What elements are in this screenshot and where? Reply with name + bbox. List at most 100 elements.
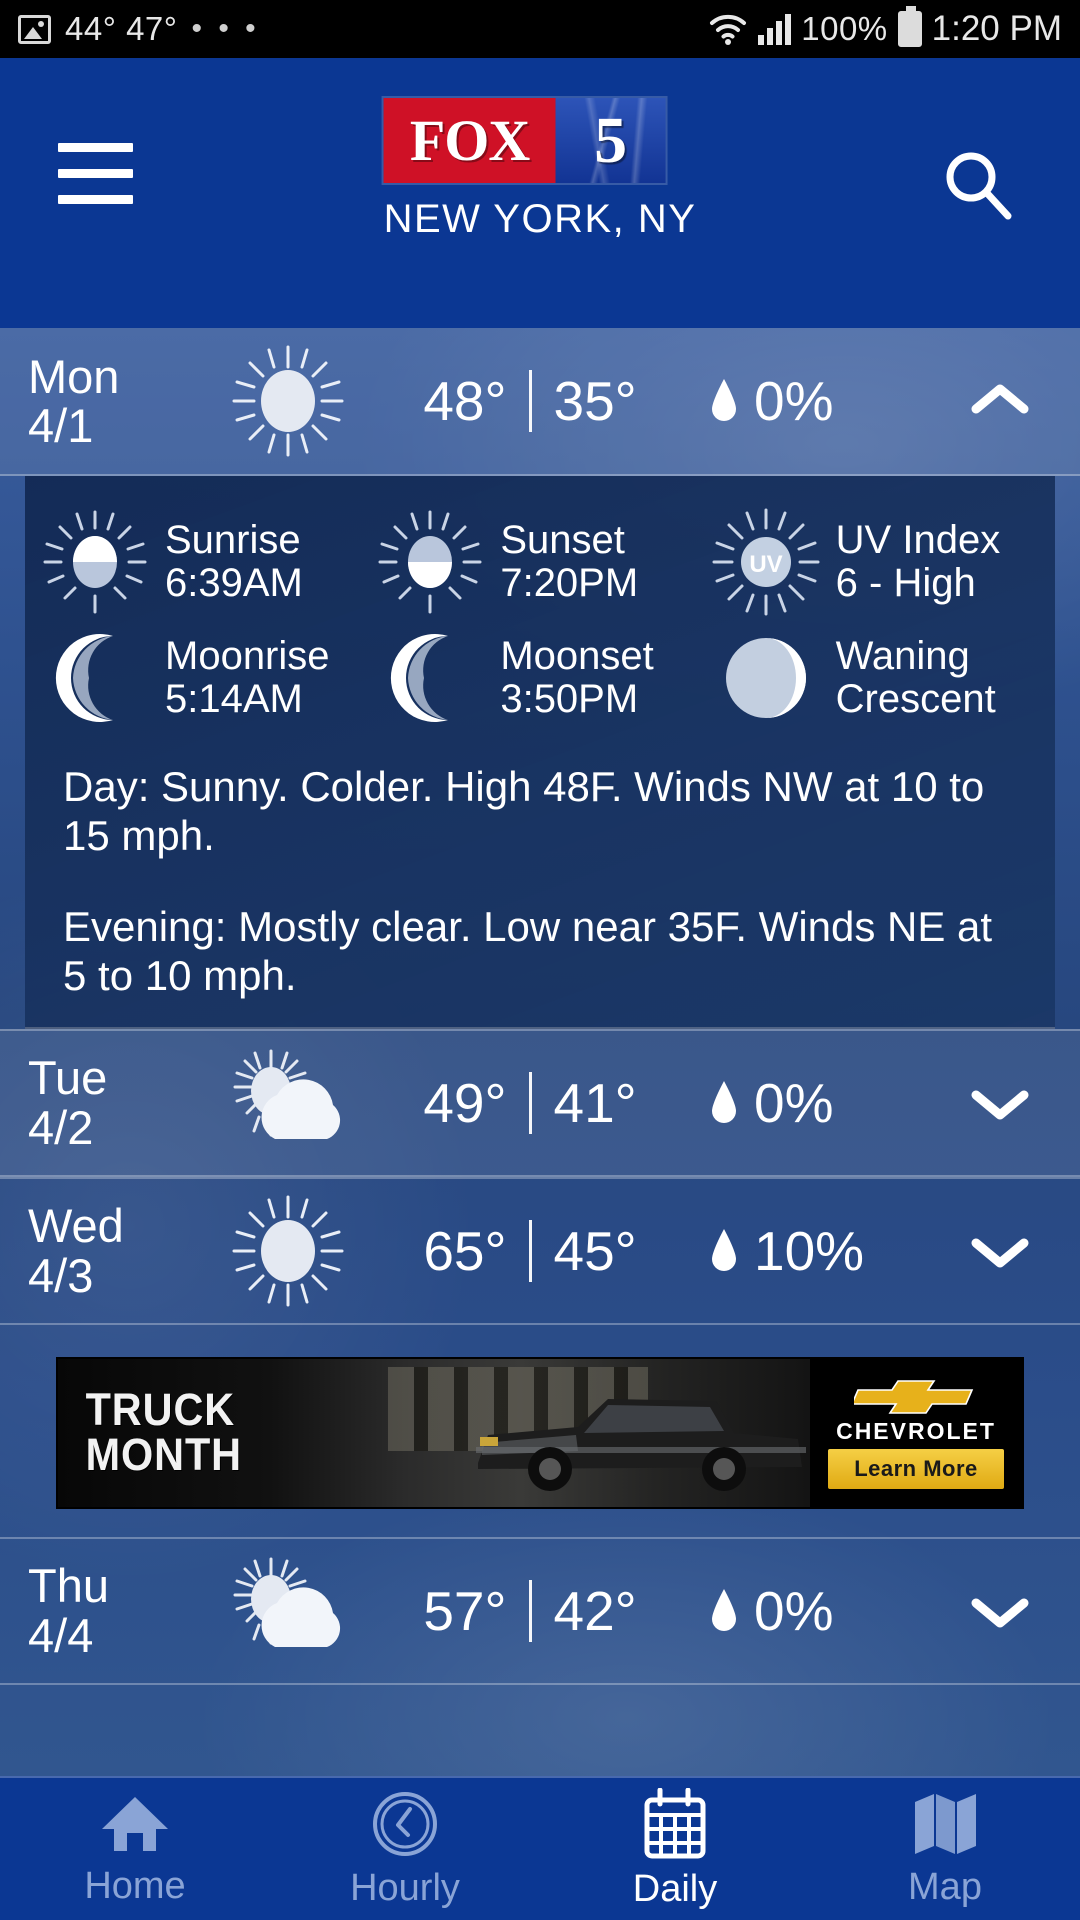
nav-item-map[interactable]: Map <box>810 1778 1080 1920</box>
day-label: Thu 4/4 <box>0 1561 205 1660</box>
bottom-navigation-bar: Home Hourly Daily Map <box>0 1776 1080 1920</box>
forecast-narrative: Day: Sunny. Colder. High 48F. Winds NW a… <box>25 734 1055 1001</box>
wifi-icon <box>708 12 748 46</box>
ad-truck-image <box>476 1398 806 1491</box>
temp-low: 45° <box>553 1219 637 1282</box>
uv-glyph-text: UV <box>749 551 782 578</box>
day-precipitation: 0% <box>690 369 940 433</box>
sunset-label: Sunset <box>500 517 625 562</box>
moonrise-value: 5:14AM <box>165 677 303 721</box>
temp-low: 42° <box>553 1579 637 1642</box>
day-date: 4/2 <box>28 1100 94 1154</box>
day-temperatures: 57° 42° <box>370 1579 690 1643</box>
day-row-wed[interactable]: Wed 4/3 65° 45° 10% <box>0 1176 1080 1325</box>
sunrise-icon <box>43 510 147 614</box>
clock-icon <box>373 1791 437 1856</box>
day-label: Wed 4/3 <box>0 1201 205 1300</box>
chevron-up-icon[interactable] <box>940 381 1060 421</box>
nav-label-daily: Daily <box>632 1867 718 1910</box>
temp-high: 49° <box>423 1071 507 1134</box>
partly-cloudy-icon <box>205 1043 370 1163</box>
temp-low: 35° <box>553 370 637 432</box>
ad-brand-panel: CHEVROLET Learn More <box>810 1358 1022 1507</box>
moon-phase-icon <box>725 638 806 718</box>
uv-index-cell: UV UV Index 6 - High <box>710 506 1045 618</box>
hamburger-bar <box>58 169 133 178</box>
battery-icon <box>897 6 922 47</box>
status-bar-more-icon: • • • <box>191 12 260 45</box>
day-row-thu[interactable]: Thu 4/4 57° 42° 0% <box>0 1536 1080 1685</box>
sunrise-label: Sunrise <box>165 517 301 562</box>
moonset-value: 3:50PM <box>500 677 639 721</box>
nav-label-home: Home <box>84 1864 186 1907</box>
precip-value: 0% <box>754 1071 834 1134</box>
moonset-cell: Moonset 3:50PM <box>374 622 709 734</box>
hamburger-bar <box>58 195 133 204</box>
logo-fox-box: FOX <box>383 98 556 183</box>
temp-high: 48° <box>423 370 507 432</box>
day-label: Tue 4/2 <box>0 1053 205 1152</box>
hamburger-menu-icon[interactable] <box>58 143 133 221</box>
sunrise-value: 6:39AM <box>165 561 303 605</box>
signal-icon <box>758 13 792 45</box>
chevron-down-icon[interactable] <box>940 1083 1060 1123</box>
day-temperatures: 48° 35° <box>370 369 690 433</box>
sunny-icon <box>205 341 370 461</box>
ad-headline: TRUCK MONTH <box>58 1387 242 1480</box>
calendar-icon <box>644 1787 706 1858</box>
day-row-tue[interactable]: Tue 4/2 49° 41° 0% <box>0 1028 1080 1177</box>
status-bar-clock: 1:20 PM <box>931 9 1062 48</box>
fox5-logo[interactable]: FOX 5 <box>383 98 666 183</box>
temp-separator <box>528 1219 532 1282</box>
day-precipitation: 0% <box>690 1071 940 1135</box>
day-label: Mon 4/1 <box>0 349 205 452</box>
day-name: Tue <box>28 1051 108 1105</box>
temp-high: 57° <box>423 1579 507 1642</box>
day-name: Wed <box>28 1199 124 1253</box>
home-icon <box>102 1796 168 1851</box>
nav-item-home[interactable]: Home <box>0 1778 270 1920</box>
sunset-icon <box>378 510 482 614</box>
astronomy-grid: Sunrise 6:39AM Sunset 7:20PM UV UV Index… <box>25 498 1055 734</box>
nav-label-map: Map <box>908 1865 982 1908</box>
uv-index-icon: UV <box>712 508 820 616</box>
chevrolet-truck-month-ad[interactable]: TRUCK MONTH CHEVROLET Learn More <box>58 1358 1022 1507</box>
day-name: Mon <box>28 349 120 403</box>
day-row-mon[interactable]: Mon 4/1 48° 35° 0% <box>0 328 1080 476</box>
uv-index-label: UV Index <box>835 517 1001 562</box>
day-date: 4/1 <box>28 399 94 452</box>
hamburger-bar <box>58 143 133 152</box>
nav-label-hourly: Hourly <box>350 1866 460 1909</box>
nav-item-hourly[interactable]: Hourly <box>270 1778 540 1920</box>
precip-value: 0% <box>754 370 834 432</box>
temp-separator <box>528 1579 532 1642</box>
logo-fox-text: FOX <box>409 108 530 173</box>
advertisement-slot[interactable]: TRUCK MONTH CHEVROLET Learn More <box>0 1325 1080 1537</box>
water-drop-icon <box>712 1588 736 1631</box>
battery-percent-label: 100% <box>801 10 888 47</box>
chevron-down-icon[interactable] <box>940 1231 1060 1271</box>
day-forecast-text: Day: Sunny. Colder. High 48F. Winds NW a… <box>63 763 985 860</box>
moonset-icon <box>391 634 449 722</box>
search-icon[interactable] <box>938 146 1018 226</box>
evening-forecast-text: Evening: Mostly clear. Low near 35F. Win… <box>63 903 993 1000</box>
moonrise-label: Moonrise <box>165 633 330 678</box>
status-bar-right: 100% 1:20 PM <box>708 6 1062 49</box>
logo-five-text: 5 <box>594 103 628 177</box>
temp-high: 65° <box>423 1219 507 1282</box>
nav-item-daily[interactable]: Daily <box>540 1778 810 1920</box>
day-precipitation: 10% <box>690 1219 940 1283</box>
moonset-text: Moonset 3:50PM <box>500 634 653 721</box>
ad-headline-line2: MONTH <box>85 1428 242 1480</box>
image-icon <box>18 14 51 44</box>
sunset-text: Sunset 7:20PM <box>500 517 638 605</box>
chevrolet-bowtie-icon <box>854 1380 974 1414</box>
water-drop-icon <box>712 1080 736 1123</box>
moonrise-icon <box>55 634 113 722</box>
brand-block: FOX 5 NEW YORK, NY <box>383 98 697 242</box>
ad-cta-button[interactable]: Learn More <box>828 1449 1004 1489</box>
chevron-down-icon[interactable] <box>940 1591 1060 1631</box>
market-location-label: NEW YORK, NY <box>383 197 697 241</box>
ad-brand-label: CHEVROLET <box>836 1418 996 1444</box>
uv-index-value: 6 - High <box>835 561 976 605</box>
